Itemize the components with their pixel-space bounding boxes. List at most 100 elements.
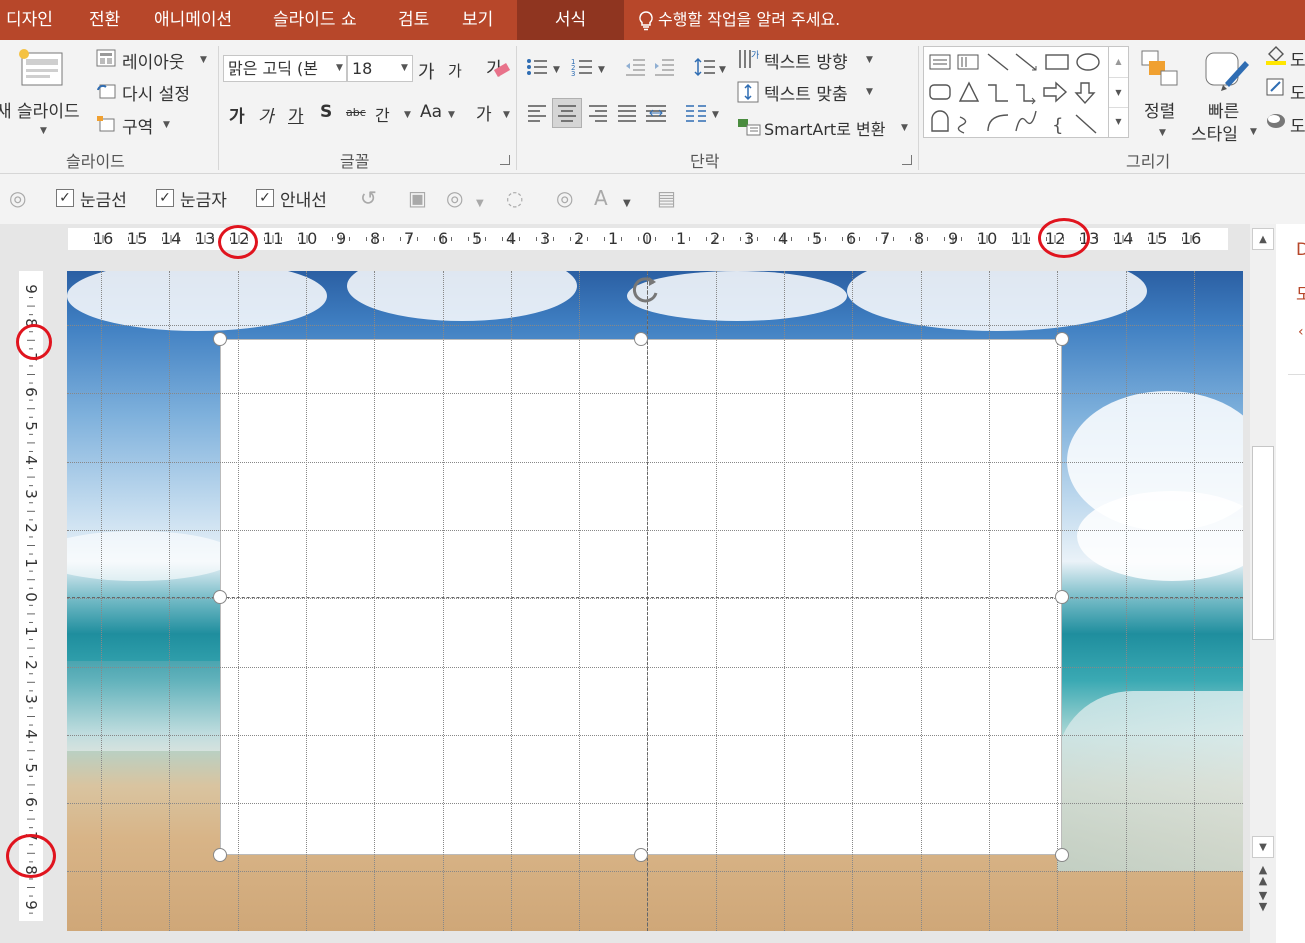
guides-checkbox[interactable]: ✓ (256, 189, 274, 207)
tab-review[interactable]: 검토 (398, 0, 429, 40)
shape-effects-button[interactable]: 도 (1290, 112, 1305, 137)
shadow-button[interactable]: S (320, 102, 332, 122)
shape-effects-icon[interactable] (1264, 110, 1288, 132)
shape-outline-button[interactable]: 도 (1290, 79, 1305, 104)
vertical-scrollbar[interactable]: ▲ ▼ ▲ ▲ ▼ ▼ (1250, 224, 1276, 943)
resize-handle-bottom-right[interactable] (1055, 848, 1069, 862)
align-text-button[interactable]: 텍스트 맞춤 (764, 80, 848, 105)
quick-styles-label-2[interactable]: 스타일 (1191, 120, 1238, 145)
gridlines-checkbox[interactable]: ✓ (56, 189, 74, 207)
new-slide-dropdown[interactable]: ▼ (40, 126, 47, 136)
bullets-icon[interactable] (525, 56, 549, 78)
char-spacing-dropdown[interactable]: ▼ (404, 110, 411, 120)
layout-dropdown[interactable]: ▼ (200, 55, 207, 65)
shapes-gallery-scroll[interactable]: ▲ ▼ ▼ (1108, 47, 1128, 137)
resize-handle-top[interactable] (634, 332, 648, 346)
decrease-indent-icon[interactable] (623, 56, 647, 78)
section-dropdown[interactable]: ▼ (163, 120, 170, 130)
vertical-ruler[interactable]: 9876543210123456789 (19, 271, 43, 921)
align-right-icon[interactable] (586, 100, 610, 126)
arrange-button[interactable]: 정렬 (1144, 97, 1175, 122)
resize-handle-right[interactable] (1055, 590, 1069, 604)
shape-fill-button[interactable]: 도 (1290, 46, 1305, 71)
bullets-dropdown[interactable]: ▼ (553, 65, 560, 75)
change-case-button[interactable]: Aa (420, 102, 442, 122)
columns-dropdown[interactable]: ▼ (712, 110, 719, 120)
ruler-checkbox[interactable]: ✓ (156, 189, 174, 207)
slide-editing-area[interactable]: 16 15 14 13 12 11 10 9 8 7 6 5 4 3 2 1 0 1 2 3 4 5 6 7 8 9 10 11 12 1… (0, 218, 1250, 943)
slide-background-beach-image[interactable] (67, 271, 1243, 931)
combine-dropdown[interactable]: ▼ (476, 192, 484, 216)
distributed-icon[interactable] (644, 100, 668, 126)
tab-design[interactable]: 디자인 (6, 0, 53, 40)
font-color-button[interactable]: 가 (476, 100, 492, 125)
align-center-icon[interactable] (552, 98, 582, 128)
rotate-handle-icon[interactable] (627, 271, 665, 309)
numbering-dropdown[interactable]: ▼ (598, 65, 605, 75)
chevron-down-icon[interactable]: ▼ (1109, 77, 1128, 107)
paragraph-dialog-launcher[interactable] (902, 155, 912, 165)
tab-format[interactable]: 서식 (517, 0, 624, 40)
intersect-icon[interactable]: ◌ (506, 186, 523, 210)
smartart-dropdown[interactable]: ▼ (901, 123, 908, 133)
numbering-icon[interactable]: 123 (570, 56, 594, 78)
new-slide-button[interactable]: 새 슬라이드 (0, 97, 80, 122)
slideshow-icon[interactable]: ▣ (408, 186, 427, 210)
shape-fill-icon[interactable] (1264, 44, 1288, 66)
tell-me-search[interactable]: 수행할 작업을 알려 주세요. (638, 0, 840, 40)
change-case-dropdown[interactable]: ▼ (448, 110, 455, 120)
line-spacing-icon[interactable] (693, 56, 717, 78)
resize-handle-bottom-left[interactable] (213, 848, 227, 862)
quick-styles-label-1[interactable]: 빠른 (1208, 97, 1239, 122)
columns-icon[interactable] (684, 100, 708, 126)
increase-indent-icon[interactable] (652, 56, 676, 78)
line-spacing-dropdown[interactable]: ▼ (719, 65, 726, 75)
align-text-dropdown[interactable]: ▼ (866, 87, 873, 97)
vertical-guide[interactable] (647, 271, 648, 931)
font-name-dropdown[interactable]: ▼ (336, 63, 343, 73)
pane-tab-1[interactable]: D (1296, 240, 1305, 260)
text-outline-dropdown[interactable]: ▼ (623, 192, 631, 216)
italic-button[interactable]: 가 (258, 102, 274, 127)
shapes-gallery[interactable]: { (923, 46, 1129, 138)
char-spacing-button[interactable]: 간 (375, 102, 390, 126)
fragment-icon[interactable]: ◎ (556, 186, 573, 210)
section-button[interactable]: 구역 (122, 113, 153, 138)
tab-transitions[interactable]: 전환 (89, 0, 120, 40)
bold-button[interactable]: 가 (229, 102, 245, 127)
strikethrough-button[interactable]: abc (346, 106, 366, 119)
font-color-dropdown[interactable]: ▼ (503, 110, 510, 120)
scroll-thumb[interactable] (1252, 446, 1274, 640)
resize-handle-top-left[interactable] (213, 332, 227, 346)
text-outline-icon[interactable]: A (594, 186, 608, 210)
smartart-button[interactable]: SmartArt로 변환 (764, 116, 885, 140)
shape-outline-icon[interactable] (1264, 77, 1288, 99)
resize-handle-left[interactable] (213, 590, 227, 604)
underline-button[interactable]: 가 (288, 102, 304, 127)
text-direction-dropdown[interactable]: ▼ (866, 55, 873, 65)
font-dialog-launcher[interactable] (500, 155, 510, 165)
tab-slideshow[interactable]: 슬라이드 쇼 (273, 0, 357, 40)
chevron-up-icon[interactable]: ▲ (1109, 47, 1128, 77)
pane-tab-2[interactable]: 도 (1296, 280, 1305, 305)
scroll-up-icon[interactable]: ▲ (1252, 228, 1274, 250)
gallery-more-icon[interactable]: ▼ (1109, 107, 1128, 135)
grow-font-button[interactable]: 가 (418, 58, 435, 84)
scroll-down-icon[interactable]: ▼ (1252, 836, 1274, 858)
font-size-dropdown[interactable]: ▼ (401, 63, 408, 73)
resize-handle-top-right[interactable] (1055, 332, 1069, 346)
justify-icon[interactable] (615, 100, 639, 126)
arrange-dropdown[interactable]: ▼ (1159, 128, 1166, 138)
shrink-font-button[interactable]: 가 (448, 60, 462, 81)
merge-shapes-icon[interactable]: ◎ (9, 186, 26, 210)
previous-slide-icon[interactable]: ▲ ▲ (1252, 864, 1274, 886)
tab-animations[interactable]: 애니메이션 (154, 0, 232, 40)
rotate-icon[interactable]: ↺ (360, 186, 377, 210)
quick-styles-dropdown[interactable]: ▼ (1250, 127, 1257, 137)
shape-combine-icon[interactable]: ◎ (446, 186, 463, 210)
resize-handle-bottom[interactable] (634, 848, 648, 862)
text-direction-button[interactable]: 텍스트 방향 (764, 48, 848, 73)
paste-icon[interactable]: ▤ (657, 186, 676, 210)
tab-view[interactable]: 보기 (462, 0, 493, 40)
chevron-left-icon[interactable]: ‹ (1298, 324, 1304, 340)
